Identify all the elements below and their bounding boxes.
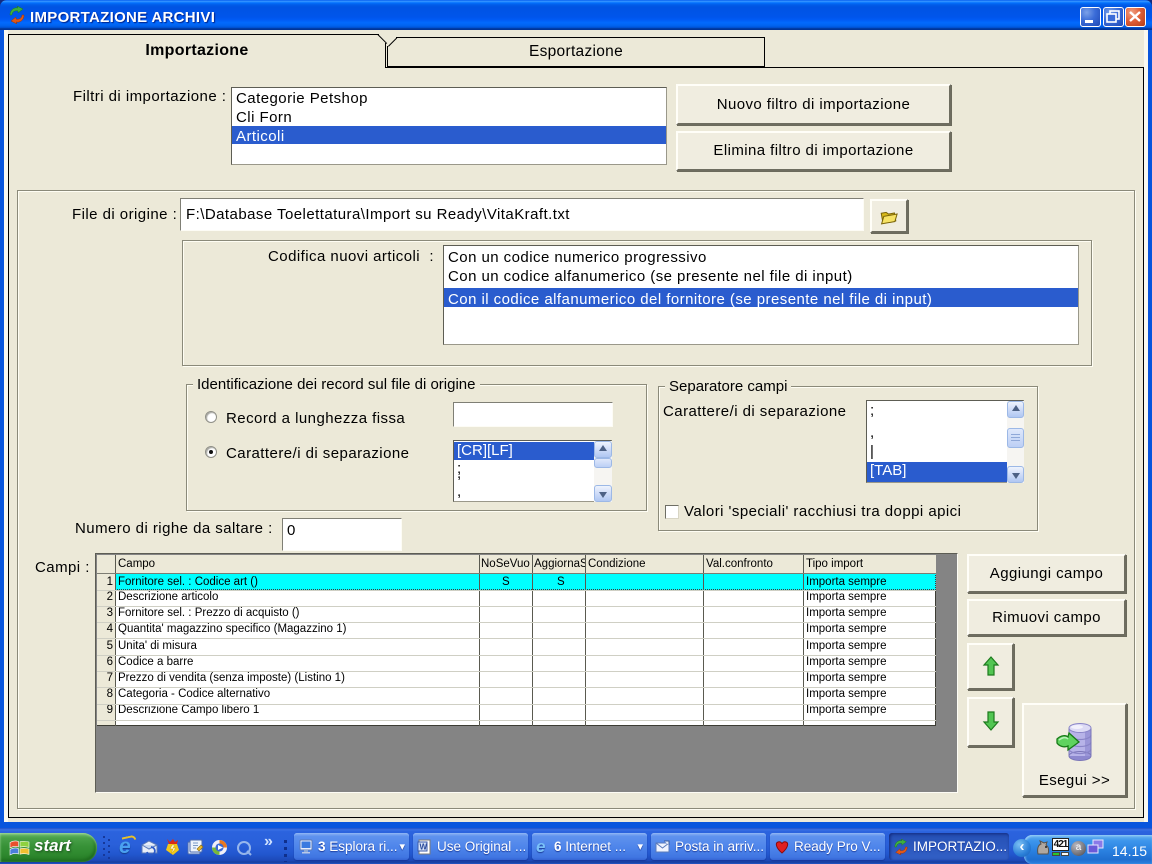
svg-text:W: W [420, 842, 428, 851]
